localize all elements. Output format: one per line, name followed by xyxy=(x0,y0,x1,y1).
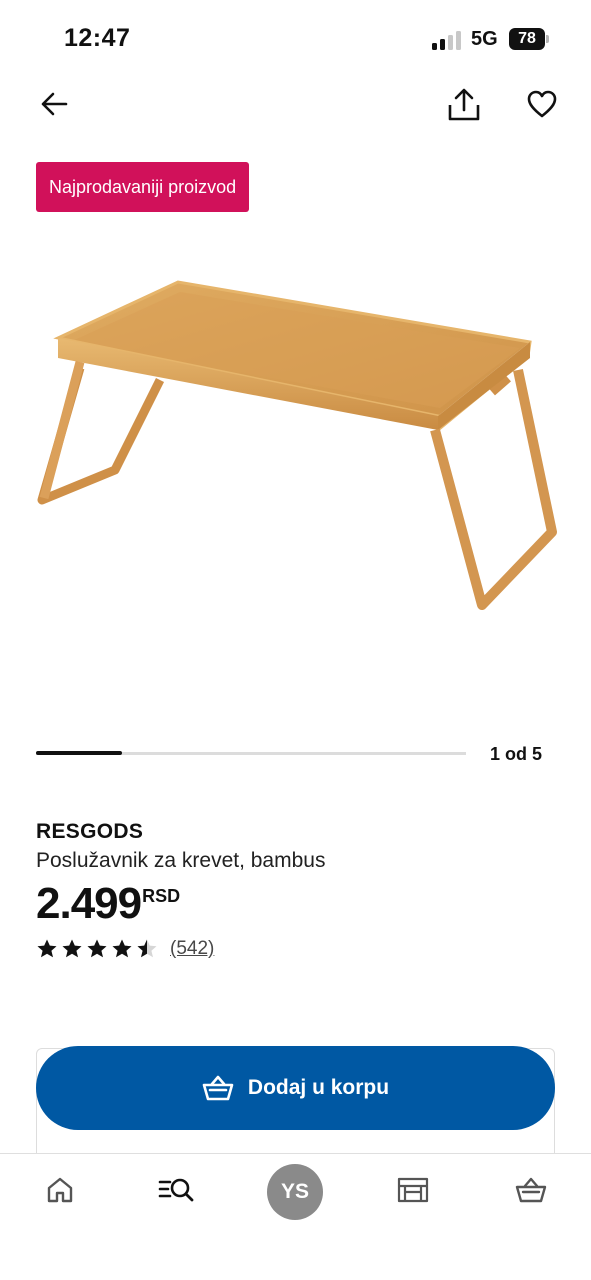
cellular-signal-icon xyxy=(432,30,464,50)
back-button[interactable] xyxy=(34,84,74,124)
status-bar: 12:47 5G 78 xyxy=(0,0,591,80)
store-icon xyxy=(397,1177,429,1203)
network-type: 5G xyxy=(471,28,498,50)
battery-icon: 78 xyxy=(509,28,549,50)
heart-icon xyxy=(527,90,557,118)
add-to-cart-button[interactable]: Dodaj u korpu xyxy=(36,1046,555,1130)
add-to-cart-label: Dodaj u korpu xyxy=(247,1076,390,1099)
home-icon xyxy=(47,1177,73,1203)
nav-home[interactable] xyxy=(30,1154,90,1226)
gallery-progress[interactable] xyxy=(36,751,466,755)
price-amount: 2.499 xyxy=(36,879,142,928)
review-count-value: (542) xyxy=(170,938,215,959)
rating-star xyxy=(87,939,107,958)
nav-profile[interactable]: YS xyxy=(265,1154,325,1226)
share-icon xyxy=(448,88,480,121)
product-image[interactable] xyxy=(30,270,565,620)
nav-cart[interactable] xyxy=(501,1154,561,1226)
product-rating[interactable]: (542) xyxy=(36,938,214,960)
rating-star xyxy=(37,939,57,958)
share-button[interactable] xyxy=(442,84,486,126)
rating-star xyxy=(137,939,157,958)
nav-store[interactable] xyxy=(383,1154,443,1226)
status-time: 12:47 xyxy=(64,24,131,52)
favorite-button[interactable] xyxy=(522,84,562,124)
product-description: Poslužavnik za krevet, bambus xyxy=(36,849,326,872)
shopping-basket-icon xyxy=(515,1177,547,1203)
bestseller-badge: Najprodavaniji proizvod xyxy=(36,162,250,212)
product-price: 2.499 RSD xyxy=(36,880,180,928)
avatar: YS xyxy=(267,1164,323,1220)
nav-search[interactable] xyxy=(146,1154,206,1226)
product-name: RESGODS xyxy=(36,820,144,843)
rating-star xyxy=(62,939,82,958)
price-currency: RSD xyxy=(142,886,181,906)
arrow-left-icon xyxy=(41,92,68,116)
battery-level: 78 xyxy=(509,28,545,50)
gallery-counter: 1 od 5 xyxy=(490,744,543,764)
rating-stars xyxy=(36,938,158,960)
shopping-basket-icon xyxy=(202,1075,234,1101)
bottom-navigation: YS xyxy=(0,1153,591,1280)
review-count[interactable]: (542) xyxy=(170,938,214,960)
search-list-icon xyxy=(158,1178,194,1202)
gallery-progress-fill xyxy=(36,751,122,755)
rating-star xyxy=(112,939,132,958)
